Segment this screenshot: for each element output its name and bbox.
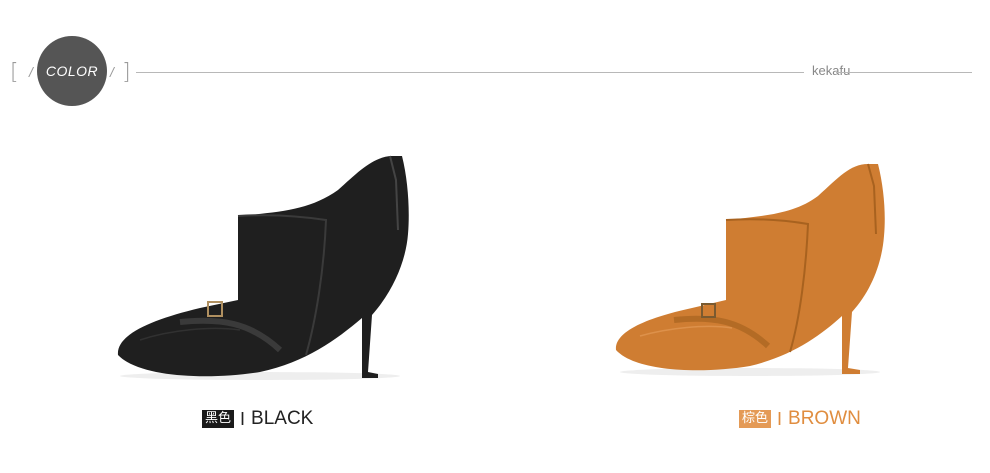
product-image-black: [110, 150, 420, 382]
header-rule-right: [836, 72, 972, 73]
caption-separator: I: [240, 408, 246, 429]
color-name-black: BLACK: [251, 408, 314, 429]
section-header: [ / COLOR / ] kekafu: [0, 0, 990, 120]
caption-brown: 棕色 I BROWN: [739, 408, 861, 430]
left-bracket-close: ]: [122, 60, 131, 85]
product-image-brown: [610, 158, 900, 378]
header-rule: [136, 72, 804, 73]
left-slash: /: [29, 64, 33, 80]
right-slash: /: [110, 64, 114, 80]
left-bracket-open: [: [10, 60, 19, 85]
color-badge-label: COLOR: [45, 63, 99, 79]
caption-black: 黑色 I BLACK: [202, 408, 313, 430]
black-ankle-boot-image: [117, 155, 409, 380]
color-name-brown: BROWN: [788, 408, 861, 429]
brown-ankle-boot-image: [615, 163, 885, 376]
color-tag-black-cn: 黑色: [202, 410, 235, 428]
brand-name: kekafu: [812, 63, 851, 78]
color-tag-brown-cn: 棕色: [739, 410, 772, 428]
color-badge: COLOR: [37, 36, 107, 106]
caption-separator: I: [777, 408, 783, 429]
